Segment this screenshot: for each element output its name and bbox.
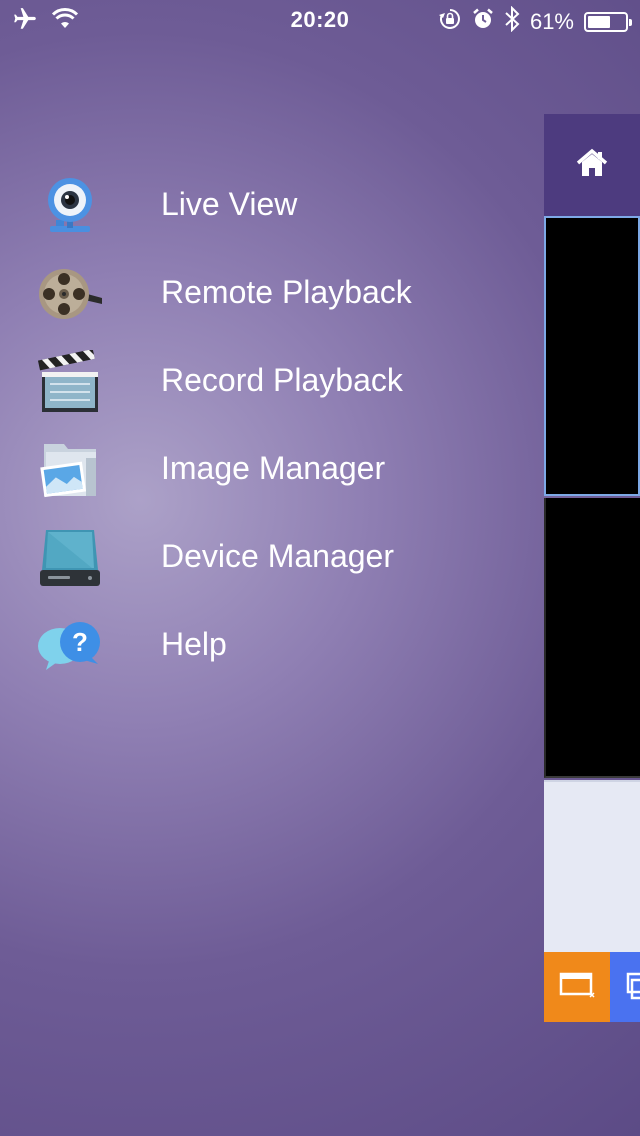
- help-bubble-icon: ?: [36, 614, 104, 678]
- film-reel-icon: [36, 262, 104, 326]
- battery-percentage: 61%: [529, 9, 574, 34]
- main-panel[interactable]: [544, 114, 640, 1022]
- close-window-button[interactable]: [544, 952, 610, 1022]
- clapperboard-icon: [36, 348, 104, 414]
- bottom-toolbar: [544, 952, 640, 1022]
- menu-item-image-manager[interactable]: Image Manager: [0, 424, 540, 512]
- battery-level: [588, 16, 610, 28]
- main-header: [544, 114, 640, 216]
- control-area: [544, 780, 640, 954]
- side-menu: Live View Remote Playback Record Playbac…: [0, 160, 540, 688]
- multi-window-icon: [610, 972, 640, 1022]
- menu-item-remote-playback[interactable]: Remote Playback: [0, 248, 540, 336]
- photo-folder-icon: [36, 438, 104, 502]
- menu-item-device-manager[interactable]: Device Manager: [0, 512, 540, 600]
- video-window-2[interactable]: [544, 498, 640, 778]
- alarm-icon: [472, 8, 494, 36]
- menu-item-help[interactable]: ? Help: [0, 600, 540, 688]
- status-right: 61%: [438, 5, 632, 38]
- svg-text:?: ?: [72, 627, 88, 657]
- menu-label: Help: [161, 626, 227, 662]
- menu-label: Record Playback: [161, 362, 403, 398]
- status-bar: 20:20 61%: [0, 0, 640, 40]
- menu-label: Remote Playback: [161, 274, 412, 310]
- close-window-icon: [559, 971, 595, 1004]
- menu-label: Live View: [161, 186, 298, 222]
- video-window-1[interactable]: [544, 216, 640, 496]
- hard-drive-icon: [36, 526, 104, 590]
- battery-icon: [584, 12, 632, 32]
- menu-label: Image Manager: [161, 450, 386, 486]
- menu-item-live-view[interactable]: Live View: [0, 160, 540, 248]
- multi-window-button[interactable]: [610, 952, 640, 1022]
- rotation-lock-icon: [438, 7, 462, 37]
- webcam-icon: [36, 174, 104, 238]
- bluetooth-icon: [504, 5, 520, 38]
- home-icon[interactable]: [576, 148, 608, 183]
- menu-item-record-playback[interactable]: Record Playback: [0, 336, 540, 424]
- menu-label: Device Manager: [161, 538, 394, 574]
